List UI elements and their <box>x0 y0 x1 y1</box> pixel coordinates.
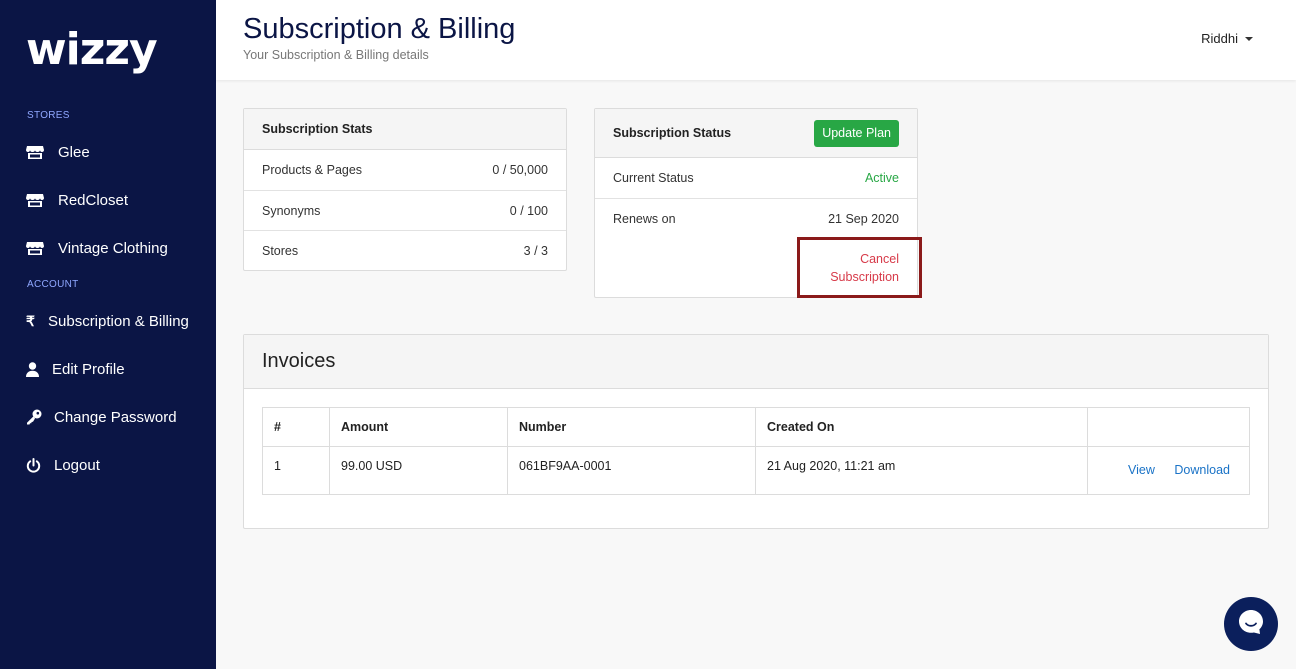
store-icon <box>26 193 46 208</box>
stat-value: 0 / 50,000 <box>492 163 548 177</box>
sidebar-item-glee[interactable]: Glee <box>26 140 90 164</box>
sidebar: wizzy STORES Glee RedCloset Vintage Clot… <box>0 0 216 669</box>
column-header: Number <box>507 407 756 447</box>
stat-label: Products & Pages <box>262 163 363 177</box>
download-invoice-link[interactable]: Download <box>1174 463 1230 477</box>
invoices-table: # Amount Number Created On 1 99.00 USD 0… <box>262 407 1250 495</box>
invoice-number: 061BF9AA-0001 <box>507 446 756 495</box>
sidebar-item-label: Glee <box>58 143 90 161</box>
stat-value: 3 / 3 <box>523 243 548 258</box>
rupee-icon: ₹ <box>26 312 35 329</box>
sidebar-item-label: Logout <box>54 456 100 474</box>
card-header: Invoices <box>244 335 1268 389</box>
view-invoice-link[interactable]: View <box>1128 463 1155 477</box>
sidebar-item-subscription-billing[interactable]: ₹ Subscription & Billing <box>26 309 189 333</box>
sidebar-item-edit-profile[interactable]: Edit Profile <box>26 357 125 381</box>
invoice-actions: View Download <box>1087 446 1250 495</box>
power-icon <box>26 457 42 473</box>
sidebar-item-label: Edit Profile <box>52 360 125 378</box>
sidebar-item-label: RedCloset <box>58 191 129 209</box>
column-header: # <box>262 407 330 447</box>
column-header: Amount <box>329 407 508 447</box>
status-row-current: Current Status Active <box>595 158 917 199</box>
page-subtitle: Your Subscription & Billing details <box>243 48 429 62</box>
stores-section-label: STORES <box>27 110 70 121</box>
card-header: Subscription Status Update Plan <box>595 109 917 158</box>
status-row-renews: Renews on 21 Sep 2020 <box>595 199 917 239</box>
cancel-line-1: Cancel <box>860 252 899 266</box>
cancel-subscription-link[interactable]: Cancel Subscription <box>800 250 899 286</box>
stats-row-stores: Stores 3 / 3 <box>244 231 566 270</box>
column-header: Created On <box>755 407 1088 447</box>
user-icon <box>26 361 40 377</box>
invoice-created-on: 21 Aug 2020, 11:21 am <box>755 446 1088 495</box>
sidebar-item-vintage-clothing[interactable]: Vintage Clothing <box>26 236 168 260</box>
user-menu-dropdown[interactable]: Riddhi <box>1201 31 1253 46</box>
stat-label: Stores <box>262 243 299 258</box>
stat-value: 0 / 100 <box>509 203 548 218</box>
renews-date: 21 Sep 2020 <box>828 212 899 226</box>
user-name: Riddhi <box>1201 31 1238 46</box>
invoice-amount: 99.00 USD <box>329 446 508 495</box>
cancel-line-2: Subscription <box>830 270 899 284</box>
renews-label: Renews on <box>613 212 676 226</box>
status-badge: Active <box>864 171 899 185</box>
column-header <box>1087 407 1250 447</box>
sidebar-item-logout[interactable]: Logout <box>26 453 100 477</box>
invoices-card: Invoices # Amount Number Created On 1 99… <box>243 334 1269 529</box>
card-title: Subscription Status <box>613 126 732 140</box>
invoice-index: 1 <box>262 446 330 495</box>
sidebar-item-label: Subscription & Billing <box>48 312 189 330</box>
sidebar-item-label: Vintage Clothing <box>58 239 168 257</box>
table-header-row: # Amount Number Created On <box>262 407 1250 447</box>
chat-bubble-icon <box>1237 608 1265 641</box>
page-title: Subscription & Billing <box>243 13 516 45</box>
card-title: Subscription Stats <box>262 122 373 136</box>
top-header: Subscription & Billing Your Subscription… <box>216 0 1296 80</box>
wizzy-logo[interactable]: wizzy <box>26 28 158 72</box>
sidebar-item-label: Change Password <box>54 408 177 426</box>
chat-widget-button[interactable] <box>1224 597 1278 651</box>
subscription-stats-card: Subscription Stats Products & Pages 0 / … <box>243 108 567 271</box>
sidebar-item-change-password[interactable]: Change Password <box>26 405 177 429</box>
stats-row-synonyms: Synonyms 0 / 100 <box>244 191 566 231</box>
caret-down-icon <box>1245 36 1253 41</box>
table-row: 1 99.00 USD 061BF9AA-0001 21 Aug 2020, 1… <box>262 446 1250 495</box>
status-label: Current Status <box>613 171 694 185</box>
stats-row-products: Products & Pages 0 / 50,000 <box>244 150 566 191</box>
card-header: Subscription Stats <box>244 109 566 150</box>
account-section-label: ACCOUNT <box>27 279 79 290</box>
invoices-title: Invoices <box>262 350 336 372</box>
stat-label: Synonyms <box>262 203 321 218</box>
key-icon <box>26 409 42 425</box>
store-icon <box>26 241 46 256</box>
store-icon <box>26 145 46 160</box>
update-plan-button[interactable]: Update Plan <box>814 119 899 147</box>
sidebar-item-redcloset[interactable]: RedCloset <box>26 188 128 212</box>
